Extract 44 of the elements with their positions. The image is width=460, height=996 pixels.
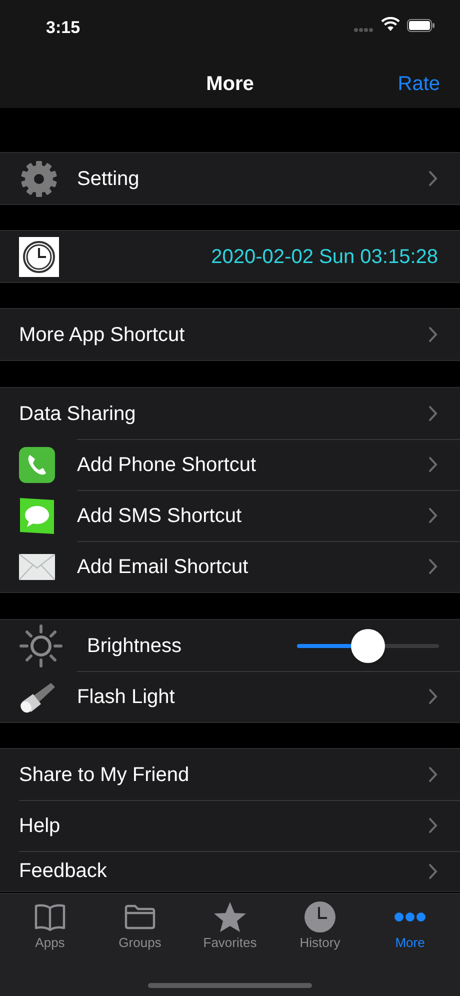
list-row[interactable]: More App Shortcut — [0, 309, 460, 360]
list-row[interactable]: Feedback — [0, 851, 460, 891]
row-label: Add SMS Shortcut — [77, 504, 243, 528]
gear-icon — [19, 158, 59, 198]
more-icon — [394, 912, 426, 922]
signal-icon — [354, 27, 374, 33]
clock-icon — [19, 236, 59, 276]
wifi-icon — [381, 17, 400, 31]
tab-item[interactable]: More — [365, 900, 455, 950]
battery-icon — [407, 19, 435, 32]
list-row[interactable]: Setting — [0, 153, 460, 204]
list-row[interactable]: Flash Light — [0, 671, 460, 722]
row-label: Setting — [77, 166, 140, 192]
rate-button[interactable]: Rate — [398, 69, 440, 99]
list-row[interactable]: Share to My Friend — [0, 749, 460, 800]
slider-thumb[interactable] — [351, 628, 385, 662]
phone-icon — [19, 446, 55, 482]
row-label: Data Sharing — [19, 402, 137, 426]
row-label: Add Phone Shortcut — [77, 452, 258, 478]
tab-item[interactable]: History — [275, 900, 365, 950]
date-time-text: 2020-02-02 Sun 03:15:28 — [211, 244, 438, 270]
envelope-icon — [19, 554, 55, 580]
row-label: Add Email Shortcut — [77, 554, 250, 580]
list-row[interactable]: Add Phone Shortcut — [0, 439, 460, 490]
row-label: More App Shortcut — [19, 322, 186, 348]
row-label: Share to My Friend — [19, 762, 190, 788]
list-row[interactable]: Help — [0, 800, 460, 851]
tab-item[interactable]: Groups — [95, 900, 185, 950]
list-row[interactable]: Add SMS Shortcut — [0, 490, 460, 541]
list-row[interactable]: Add Email Shortcut — [0, 541, 460, 592]
book-icon — [34, 902, 66, 932]
screen-title: More — [206, 72, 254, 97]
clock-icon — [304, 900, 336, 932]
list-row[interactable]: Data Sharing — [0, 388, 460, 439]
star-icon — [213, 900, 247, 932]
row-label: Flash Light — [77, 684, 176, 710]
message-icon — [19, 496, 55, 534]
tab-item[interactable]: Apps — [5, 900, 95, 950]
row-label: Feedback — [19, 859, 108, 884]
sun-icon — [19, 624, 63, 668]
row-label: Brightness — [87, 634, 182, 658]
row-label: Help — [19, 814, 62, 838]
tab-item[interactable]: Favorites — [185, 900, 275, 950]
status-time: 3:15 — [46, 17, 80, 39]
